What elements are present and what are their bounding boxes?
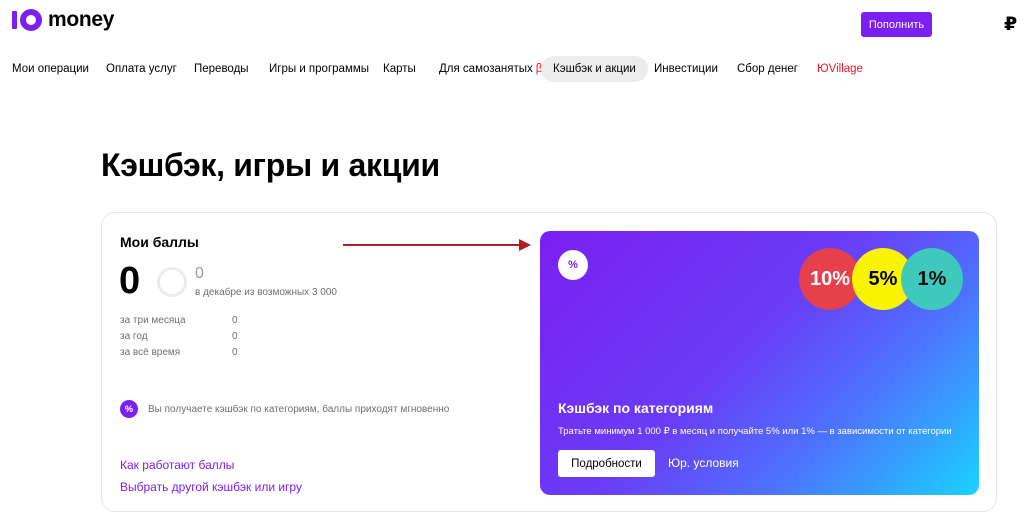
nav-item-cards[interactable]: Карты [383,56,416,82]
currency-icon[interactable]: ₽ [1004,13,1017,36]
annotation-arrow-icon [343,239,531,251]
topup-button[interactable]: Пополнить [861,12,932,37]
nav-item-games[interactable]: Игры и программы [269,56,369,82]
nav-item-payments[interactable]: Оплата услуг [106,56,177,82]
nav-item-investments[interactable]: Инвестиции [654,56,718,82]
progress-ring-icon [157,267,187,297]
nav-item-uvillage[interactable]: ЮVillage [817,56,863,82]
details-button[interactable]: Подробности [558,450,655,477]
nav-item-self-employed[interactable]: Для самозанятых β [439,56,542,82]
logo[interactable]: money [12,8,114,32]
terms-link[interactable]: Юр. условия [668,456,739,470]
nav-item-cashback[interactable]: Кэшбэк и акции [541,56,648,82]
stat-label-year: за год [120,331,148,342]
stat-label-all-time: за всё время [120,347,181,358]
month-points-caption: в декабре из возможных 3 000 [195,287,337,298]
percent-icon: % [120,400,138,418]
nav-item-operations[interactable]: Мои операции [12,56,89,82]
percent-badge-icon: % [558,250,588,280]
logo-text: money [48,8,115,31]
stat-value-all-time: 0 [232,347,238,358]
promo-title: Кэшбэк по категориям [558,400,714,416]
cashback-info-text: Вы получаете кэшбэк по категориям, баллы… [148,404,450,415]
stat-label-three-months: за три месяца [120,315,186,326]
stat-value-year: 0 [232,331,238,342]
month-points-value: 0 [195,265,204,282]
promo-description: Тратьте минимум 1 000 ₽ в месяц и получа… [558,426,952,437]
yoomoney-logo-icon [12,9,42,31]
nav-item-fundraising[interactable]: Сбор денег [737,56,798,82]
stat-value-three-months: 0 [232,315,238,326]
choose-cashback-link[interactable]: Выбрать другой кэшбэк или игру [120,480,302,494]
cashback-1-percent: 1% [901,248,963,310]
page-title: Кэшбэк, игры и акции [101,147,440,183]
nav-item-transfers[interactable]: Переводы [194,56,249,82]
how-points-work-link[interactable]: Как работают баллы [120,458,234,472]
points-value: 0 [119,260,141,302]
points-title: Мои баллы [120,234,199,250]
